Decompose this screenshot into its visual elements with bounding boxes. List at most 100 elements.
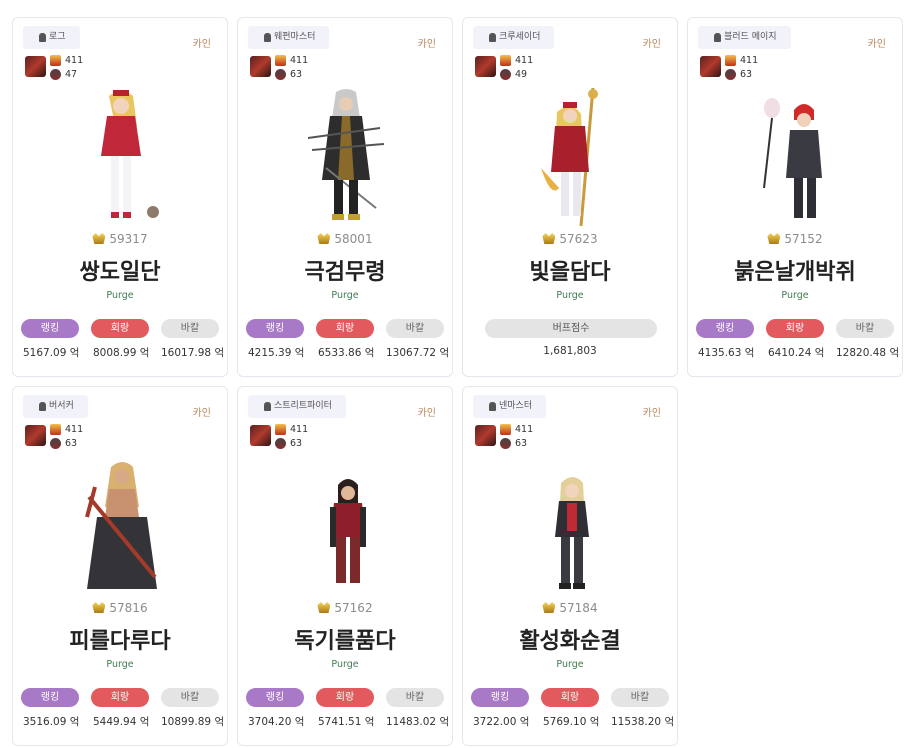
ranking-value: 3722.00 억 — [473, 716, 530, 728]
balance-button[interactable]: 바칼 — [611, 688, 669, 707]
character-name[interactable]: 피를다루다 — [13, 623, 227, 655]
character-name[interactable]: 극검무령 — [238, 254, 452, 286]
balance-button[interactable]: 바칼 — [161, 688, 219, 707]
job-label: 넨마스터 — [499, 401, 533, 411]
cycle-button[interactable]: 회랑 — [91, 319, 149, 338]
cycle-button[interactable]: 회랑 — [541, 688, 599, 707]
cycle-value: 5449.94 억 — [93, 716, 150, 728]
character-name[interactable]: 빛을담다 — [463, 254, 677, 286]
fame-icon — [317, 602, 331, 613]
balance-button[interactable]: 바칼 — [386, 688, 444, 707]
character-card[interactable]: 넨마스터 카인 411 63 57184 활성화순결 Purge 랭킹 회랑 바… — [462, 386, 678, 746]
character-name[interactable]: 쌍도일단 — [13, 254, 227, 286]
character-sprite — [330, 479, 366, 583]
level-value: 411 — [515, 424, 534, 435]
sub-level-icon — [50, 438, 61, 449]
job-tag: 크루세이더 — [473, 26, 555, 49]
balance-button[interactable]: 바칼 — [836, 319, 894, 338]
equipment-avatar-icon — [25, 425, 46, 446]
guild-name: Purge — [106, 290, 134, 301]
job-tag: 버서커 — [23, 395, 88, 418]
level-icon — [500, 55, 511, 66]
ranking-button[interactable]: 랭킹 — [471, 688, 529, 707]
sub-level-row: 47 — [50, 69, 77, 81]
server-label: 카인 — [417, 39, 436, 50]
job-label: 스트리트파이터 — [274, 401, 332, 411]
fame-icon — [92, 602, 106, 613]
fame-icon — [542, 233, 556, 244]
ranking-button[interactable]: 랭킹 — [21, 319, 79, 338]
sub-level-icon — [725, 69, 736, 80]
buff-score-button[interactable]: 버프점수 — [485, 319, 657, 338]
fame-score: 57184 — [463, 601, 677, 615]
balance-value: 13067.72 억 — [386, 347, 450, 359]
server-label: 카인 — [642, 408, 661, 419]
guild-name: Purge — [331, 659, 359, 670]
sub-level-icon — [500, 69, 511, 80]
level-icon — [500, 424, 511, 435]
fame-score: 57162 — [238, 601, 452, 615]
level-row: 411 — [500, 55, 533, 67]
job-icon — [714, 33, 721, 42]
ranking-button[interactable]: 랭킹 — [21, 688, 79, 707]
cycle-button[interactable]: 회랑 — [316, 688, 374, 707]
level-icon — [50, 55, 61, 66]
cycle-button[interactable]: 회랑 — [766, 319, 824, 338]
balance-button[interactable]: 바칼 — [386, 319, 444, 338]
ranking-value: 5167.09 억 — [23, 347, 80, 359]
character-sprite — [763, 98, 822, 218]
character-name[interactable]: 붉은날개박쥐 — [688, 254, 902, 286]
job-icon — [489, 402, 496, 411]
job-icon — [39, 402, 46, 411]
sub-level-row: 63 — [725, 69, 752, 81]
ranking-button[interactable]: 랭킹 — [246, 688, 304, 707]
balance-button[interactable]: 바칼 — [161, 319, 219, 338]
cycle-button[interactable]: 회랑 — [91, 688, 149, 707]
level-value: 411 — [290, 55, 309, 66]
guild-name: Purge — [106, 659, 134, 670]
sub-level-row: 49 — [500, 69, 527, 81]
character-card[interactable]: 스트리트파이터 카인 411 63 57162 독기를품다 Purge 랭킹 회… — [237, 386, 453, 746]
character-card[interactable]: 로그 카인 411 47 59317 쌍도일단 Purge 랭킹 회랑 바칼 5… — [12, 17, 228, 377]
guild-name: Purge — [556, 290, 584, 301]
character-sprite — [555, 477, 589, 589]
server-label: 카인 — [417, 408, 436, 419]
fame-score: 58001 — [238, 232, 452, 246]
ranking-button[interactable]: 랭킹 — [246, 319, 304, 338]
fame-icon — [767, 233, 781, 244]
job-icon — [264, 33, 271, 42]
character-grid: 로그 카인 411 47 59317 쌍도일단 Purge 랭킹 회랑 바칼 5… — [0, 0, 910, 748]
ranking-button[interactable]: 랭킹 — [696, 319, 754, 338]
equipment-avatar-icon — [700, 56, 721, 77]
equipment-avatar-icon — [250, 425, 271, 446]
level-icon — [275, 424, 286, 435]
cycle-button[interactable]: 회랑 — [316, 319, 374, 338]
job-icon — [39, 33, 46, 42]
character-card[interactable]: 크루세이더 카인 411 49 57623 빛을담다 Purge 버프점수 1,… — [462, 17, 678, 377]
fame-value: 57152 — [784, 232, 823, 246]
guild-name: Purge — [556, 659, 584, 670]
job-tag: 넨마스터 — [473, 395, 547, 418]
job-label: 로그 — [49, 32, 66, 42]
character-sprite — [541, 88, 598, 226]
fame-score: 57152 — [688, 232, 902, 246]
cycle-value: 6410.24 억 — [768, 347, 825, 359]
character-name[interactable]: 활성화순결 — [463, 623, 677, 655]
level-row: 411 — [275, 55, 308, 67]
fame-icon — [92, 233, 106, 244]
job-label: 웨펀마스터 — [274, 32, 316, 42]
job-icon — [264, 402, 271, 411]
character-card[interactable]: 웨펀마스터 카인 411 63 58001 극검무령 Purge 랭킹 회랑 바… — [237, 17, 453, 377]
character-card[interactable]: 블러드 메이지 카인 411 63 57152 붉은날개박쥐 Purge 랭킹 … — [687, 17, 903, 377]
job-label: 버서커 — [49, 401, 74, 411]
sub-level-row: 63 — [275, 438, 302, 450]
sub-level-value: 63 — [65, 438, 78, 449]
balance-value: 16017.98 억 — [161, 347, 225, 359]
job-tag: 스트리트파이터 — [248, 395, 346, 418]
fame-score: 57623 — [463, 232, 677, 246]
character-card[interactable]: 버서커 카인 411 63 57816 피를다루다 Purge 랭킹 회랑 바칼… — [12, 386, 228, 746]
fame-value: 57623 — [559, 232, 598, 246]
character-name[interactable]: 독기를품다 — [238, 623, 452, 655]
sub-level-row: 63 — [500, 438, 527, 450]
fame-value: 57162 — [334, 601, 373, 615]
